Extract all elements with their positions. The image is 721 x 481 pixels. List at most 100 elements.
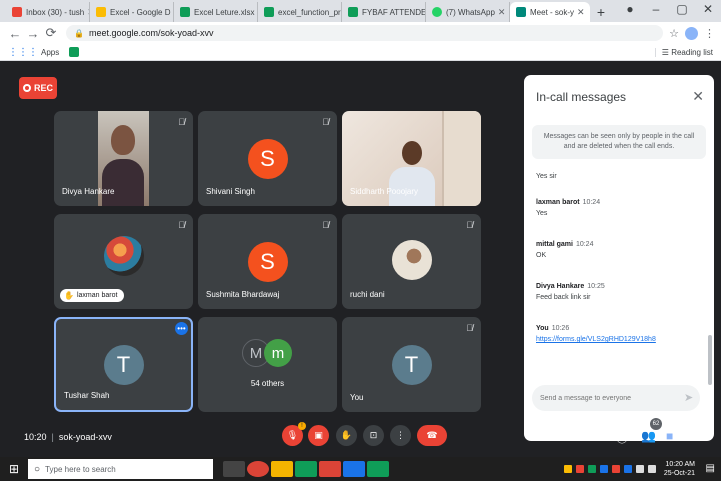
- url-text: meet.google.com/sok-yoad-xvv: [88, 28, 214, 38]
- participant-name: Siddharth Pooojary: [350, 187, 419, 196]
- camera-toggle-button[interactable]: ▣: [308, 425, 329, 446]
- windows-start-icon[interactable]: ⊞: [0, 462, 28, 476]
- minimize-button[interactable]: –: [643, 2, 669, 16]
- tray-icon[interactable]: [575, 465, 584, 473]
- chat-message-input[interactable]: [532, 385, 700, 411]
- new-tab-button[interactable]: +: [590, 2, 612, 22]
- message-sender: Divya Hankare: [536, 283, 585, 290]
- browser-menu-icon[interactable]: ⋮: [704, 27, 715, 40]
- windows-taskbar: ⊞ ○ Type here to search 10:20 AM 25-Oct-…: [0, 457, 721, 481]
- recording-badge: REC: [19, 77, 57, 99]
- leave-call-button[interactable]: ☎: [417, 425, 447, 446]
- tray-icon[interactable]: [623, 465, 632, 473]
- chat-message: laxman barot 10:24 Yes: [536, 199, 706, 217]
- task-view-icon[interactable]: [223, 461, 245, 477]
- tab-fybaf-attendance[interactable]: FYBAF ATTENDE✕: [342, 2, 426, 22]
- send-icon[interactable]: ➤: [684, 391, 693, 404]
- participant-tile[interactable]: 🎙̸ Divya Hankare: [54, 111, 193, 206]
- activities-icon[interactable]: ♟: [690, 429, 701, 443]
- participant-tile[interactable]: S 🎙̸ Sushmita Bhardawaj: [198, 214, 337, 309]
- mic-toggle-button[interactable]: 🎙!: [282, 422, 306, 446]
- taskbar-apps: [223, 461, 391, 477]
- close-window-button[interactable]: ✕: [695, 2, 721, 16]
- meet-area: REC 🎙̸ Divya Hankare S 🎙̸ Shivani Singh …: [0, 61, 721, 457]
- chat-scrollbar[interactable]: [708, 335, 712, 385]
- mic-off-icon: 🎙̸: [322, 117, 329, 127]
- sheets-icon: [264, 7, 274, 17]
- others-count: 54 others: [250, 379, 285, 388]
- close-icon[interactable]: ✕: [495, 7, 506, 18]
- docs-icon: [96, 7, 106, 17]
- avatar: [391, 239, 432, 280]
- message-text: Yes sir: [536, 173, 557, 180]
- tab-excel-docs[interactable]: Excel - Google D✕: [90, 2, 174, 22]
- participant-tile[interactable]: S 🎙̸ Shivani Singh: [198, 111, 337, 206]
- raise-hand-button[interactable]: ✋: [336, 425, 357, 446]
- message-link[interactable]: https://forms.gle/VLS2gRHD129V18h8: [536, 336, 706, 343]
- tray-icon[interactable]: [611, 465, 620, 473]
- mic-off-icon: 🎙: [286, 430, 299, 440]
- tab-gmail[interactable]: Inbox (30) - tush✕: [6, 2, 90, 22]
- forward-button[interactable]: →: [24, 26, 42, 41]
- reload-button[interactable]: ⟳: [42, 25, 60, 41]
- system-clock[interactable]: 10:20 AM 25-Oct-21: [664, 460, 695, 478]
- close-icon[interactable]: ✕: [692, 88, 704, 105]
- sheets-bookmark-icon[interactable]: [69, 47, 80, 57]
- participant-tile[interactable]: 🎙̸ ✋ laxman barot: [54, 214, 193, 309]
- tray-icon[interactable]: [563, 465, 572, 473]
- others-tile[interactable]: M m 54 others: [198, 317, 337, 412]
- url-input[interactable]: 🔒 meet.google.com/sok-yoad-xvv: [66, 25, 664, 41]
- participant-tile[interactable]: Siddharth Pooojary: [342, 111, 481, 206]
- present-icon: ⊡: [369, 430, 378, 440]
- chat-message: mittal gami 10:24 OK: [536, 241, 706, 259]
- participant-name: laxman barot: [76, 292, 118, 299]
- tab-meet[interactable]: Meet - sok-y ✕: [510, 2, 590, 22]
- back-button[interactable]: ←: [6, 26, 24, 41]
- tray-icon[interactable]: [587, 465, 596, 473]
- bookmark-star-icon[interactable]: ☆: [669, 27, 679, 40]
- mic-off-icon: 🎙̸: [466, 323, 473, 333]
- edge-icon[interactable]: [295, 461, 317, 477]
- tab-excel-leture[interactable]: Excel Leture.xlsx✕: [174, 2, 258, 22]
- wifi-icon[interactable]: [635, 465, 644, 473]
- message-text: OK: [536, 252, 547, 259]
- info-icon[interactable]: ⓘ: [616, 429, 628, 446]
- window-controls: ● – ▢ ✕: [617, 2, 721, 16]
- message-time: 10:25: [587, 283, 605, 290]
- more-options-icon[interactable]: •••: [175, 322, 188, 335]
- apps-grid-icon[interactable]: ⋮⋮⋮: [8, 47, 38, 58]
- mail-icon[interactable]: [343, 461, 365, 477]
- chat-icon[interactable]: ■: [666, 429, 673, 443]
- notification-icon[interactable]: ▤: [706, 463, 715, 474]
- browser-tab-bar: Inbox (30) - tush✕ Excel - Google D✕ Exc…: [0, 0, 721, 22]
- tab-title: excel_function_pr: [278, 7, 341, 17]
- record-icon[interactable]: ●: [617, 2, 643, 16]
- chrome-active-icon[interactable]: [319, 461, 341, 477]
- chrome-icon[interactable]: [247, 461, 269, 477]
- people-icon[interactable]: 👥: [641, 429, 656, 443]
- tab-whatsapp[interactable]: (7) WhatsApp ✕: [426, 2, 510, 22]
- more-options-button[interactable]: ⋮: [390, 425, 411, 446]
- raised-hand-badge: ✋ laxman barot: [60, 289, 125, 302]
- reading-list-button[interactable]: ☰ Reading list: [654, 47, 713, 57]
- clock-date: 25-Oct-21: [663, 470, 695, 477]
- file-explorer-icon[interactable]: [271, 461, 293, 477]
- apps-bookmark[interactable]: Apps: [41, 48, 59, 57]
- close-icon[interactable]: ✕: [574, 7, 585, 18]
- excel-icon[interactable]: [367, 461, 389, 477]
- others-avatars: M m: [242, 339, 294, 369]
- taskbar-search-input[interactable]: ○ Type here to search: [28, 459, 213, 479]
- profile-avatar[interactable]: [685, 26, 698, 40]
- volume-icon[interactable]: [647, 465, 656, 473]
- tray-icon[interactable]: [599, 465, 608, 473]
- participant-tile[interactable]: 🎙̸ ruchi dani: [342, 214, 481, 309]
- maximize-button[interactable]: ▢: [669, 2, 695, 16]
- tab-excel-function[interactable]: excel_function_pr✕: [258, 2, 342, 22]
- tab-title: Meet - sok-y: [530, 7, 575, 17]
- mic-off-icon: 🎙̸: [322, 220, 329, 230]
- message-text: Feed back link sir: [536, 294, 591, 301]
- participant-name: Shivani Singh: [206, 187, 255, 196]
- participant-tile[interactable]: T ••• Tushar Shah: [54, 317, 193, 412]
- present-button[interactable]: ⊡: [363, 425, 384, 446]
- self-tile[interactable]: T 🎙̸ You: [342, 317, 481, 412]
